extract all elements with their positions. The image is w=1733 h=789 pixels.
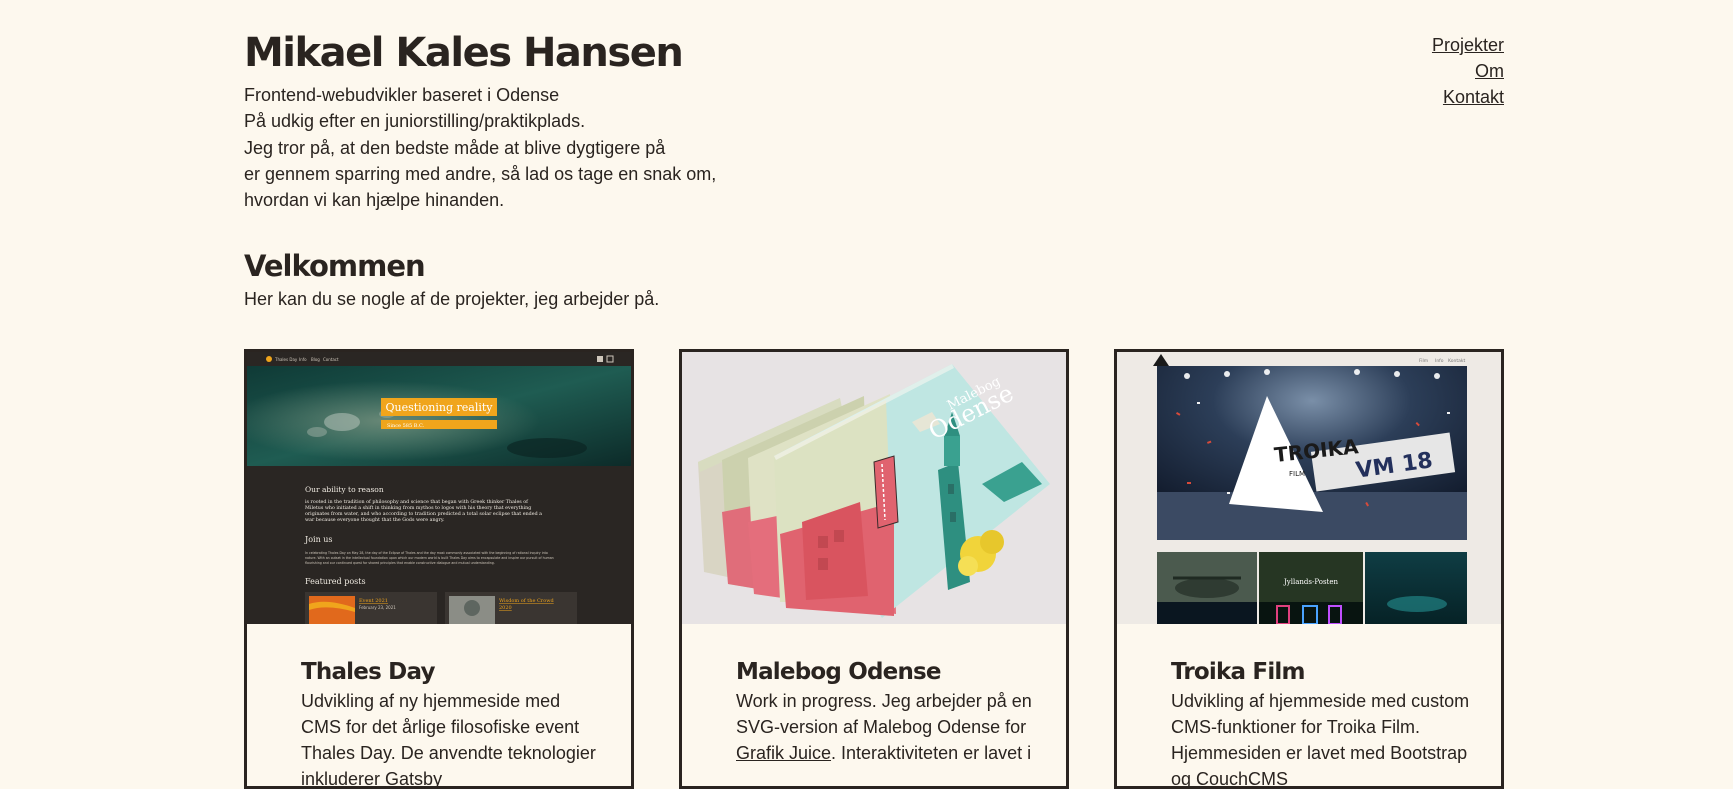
thales-section-text: originates from water, and who according… [305, 511, 542, 517]
nav-link-projects[interactable]: Projekter [1432, 32, 1504, 58]
project-card-malebog-odense[interactable]: Odense Malebog Malebog Odense Work in pr… [679, 349, 1069, 789]
intro-line: På udkig efter en juniorstilling/praktik… [244, 111, 586, 132]
thales-hero-subtitle: Since 585 B.C. [387, 423, 425, 429]
project-description: Work in progress. Jeg arbejder på en SVG… [736, 691, 1032, 763]
thales-featured-title: Featured posts [305, 577, 366, 586]
grafik-juice-link[interactable]: Grafik Juice [736, 743, 831, 763]
troika-film-screenshot: Film Info Kontakt VM 18 TROIKA FILM Jyll… [1117, 352, 1501, 624]
thales-section-text: Miletus who initiated a shift in thinkin… [305, 505, 531, 511]
thales-section-text: war because everyone thought that the Go… [305, 517, 445, 523]
intro-line: er gennem sparring med andre, så lad os … [244, 163, 717, 184]
troika-logo-subtext: FILM [1289, 470, 1305, 478]
intro-text: Frontend-webudvikler baseret i Odense På… [244, 82, 1504, 213]
malebog-odense-photo: Odense Malebog [682, 352, 1066, 624]
thales-post-subtitle: 2020 [499, 605, 512, 611]
thales-hero-title: Questioning reality [385, 401, 493, 414]
welcome-section: Velkommen Her kan du se nogle af de proj… [244, 248, 659, 312]
project-card-body: Malebog Odense Work in progress. Jeg arb… [736, 656, 1036, 766]
project-card-troika-film[interactable]: Film Info Kontakt VM 18 TROIKA FILM Jyll… [1114, 349, 1504, 789]
thales-nav-item: Info [299, 357, 307, 362]
thales-post-title: Event 2021 [359, 598, 388, 604]
site-name: Mikael Kales Hansen [244, 30, 684, 76]
welcome-text: Her kan du se nogle af de projekter, jeg… [244, 289, 660, 309]
project-card-body: Troika Film Udvikling af hjemmeside med … [1171, 656, 1471, 789]
thales-section-text: In celebrating Thales Day on May 28, the… [305, 551, 548, 555]
project-title[interactable]: Troika Film [1171, 656, 1471, 688]
troika-nav-item: Kontakt [1448, 358, 1465, 364]
welcome-title: Velkommen [244, 249, 426, 283]
thales-section-text: flourishing and our continued quest for … [305, 561, 495, 565]
intro-line: hvordan vi kan hjælpe hinanden. [244, 190, 505, 211]
nav-link-contact[interactable]: Kontakt [1432, 84, 1504, 110]
thales-section-text: is rooted in the tradition of philosophy… [305, 499, 529, 505]
nav-link-about[interactable]: Om [1432, 58, 1504, 84]
thales-nav-logo: Thales Day [274, 357, 298, 362]
main-nav: Projekter Om Kontakt [1432, 32, 1504, 110]
project-list: Thales Day Info Blog Contact Questioning… [244, 349, 1504, 789]
thales-post-date: February 23, 2021 [359, 605, 396, 610]
intro-line: Frontend-webudvikler baseret i Odense [244, 85, 560, 105]
thales-section-text: nature. With an outset in the intellectu… [305, 556, 554, 560]
project-card-thales-day[interactable]: Thales Day Info Blog Contact Questioning… [244, 349, 634, 789]
site-header: Mikael Kales Hansen Frontend-webudvikler… [244, 26, 1504, 213]
project-card-body: Thales Day Udvikling af ny hjemmeside me… [301, 656, 601, 789]
intro-line: Jeg tror på, at den bedste måde at blive… [244, 137, 666, 158]
troika-nav-item: Film [1419, 358, 1428, 364]
project-title[interactable]: Malebog Odense [736, 656, 1036, 688]
project-thumbnail-malebog-odense[interactable]: Odense Malebog [682, 352, 1066, 624]
thales-section-title: Our ability to reason [305, 485, 384, 494]
project-title[interactable]: Thales Day [301, 656, 601, 688]
thales-day-screenshot: Thales Day Info Blog Contact Questioning… [247, 352, 631, 624]
project-description: Udvikling af hjemmeside med custom CMS-f… [1171, 691, 1470, 789]
troika-nav-item: Info [1435, 358, 1444, 364]
thales-nav-item: Blog [311, 357, 320, 362]
thales-post-title: Wisdom of the Crowd [499, 598, 554, 604]
thales-section-title: Join us [304, 535, 333, 544]
project-thumbnail-thales-day[interactable]: Thales Day Info Blog Contact Questioning… [247, 352, 631, 624]
project-thumbnail-troika-film[interactable]: Film Info Kontakt VM 18 TROIKA FILM Jyll… [1117, 352, 1501, 624]
thales-nav-item: Contact [323, 357, 339, 362]
project-description: Udvikling af ny hjemmeside med CMS for d… [301, 691, 596, 789]
troika-tile-label: Jyllands-Posten [1283, 578, 1339, 586]
